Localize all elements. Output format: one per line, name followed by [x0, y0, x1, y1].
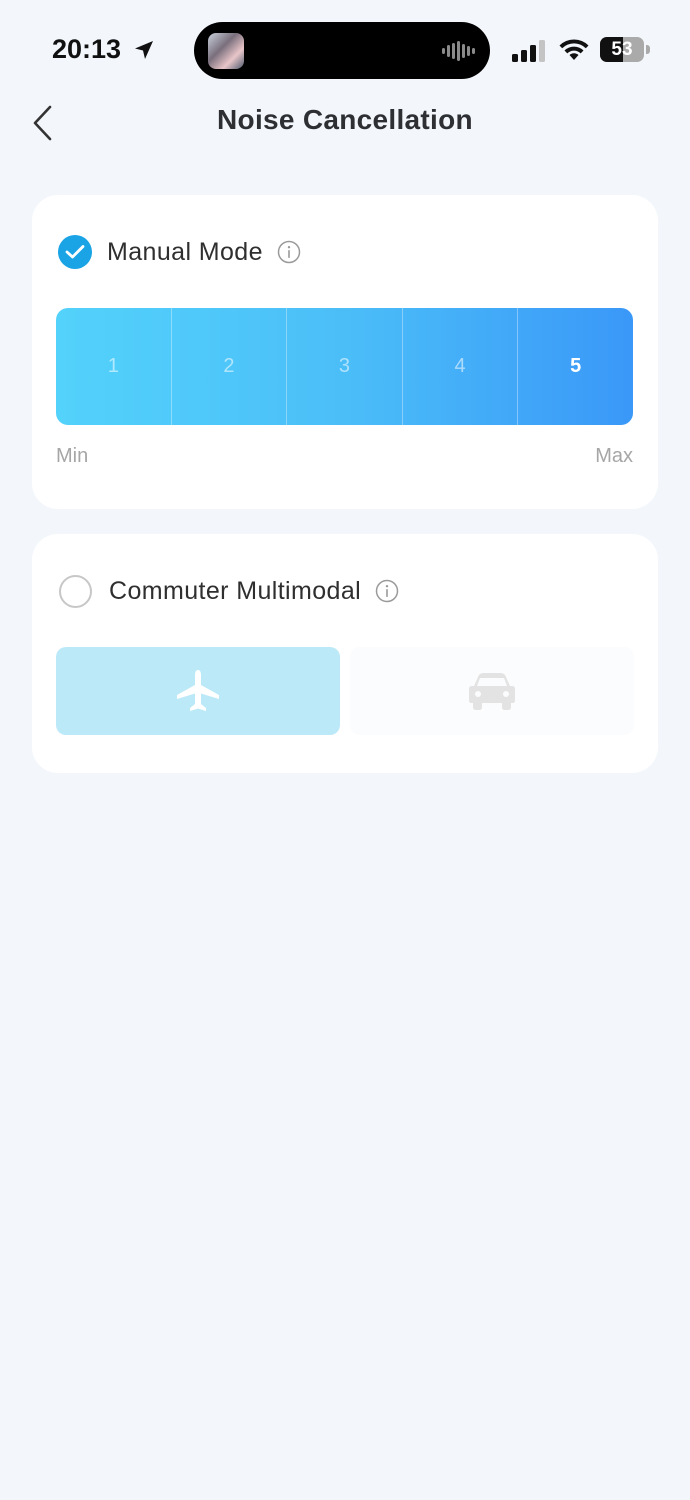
max-label: Max: [595, 445, 633, 467]
commuter-mode-radio[interactable]: [59, 574, 92, 608]
location-arrow-icon: [135, 41, 153, 59]
car-mode-option[interactable]: [350, 647, 634, 735]
manual-mode-checkbox[interactable]: [58, 235, 92, 269]
level-option-2[interactable]: 2: [172, 308, 288, 425]
min-label: Min: [56, 445, 89, 467]
battery-cap: [646, 45, 650, 54]
car-icon: [469, 673, 515, 710]
now-playing-artwork: [208, 33, 244, 69]
manual-mode-label: Manual Mode: [107, 237, 263, 266]
status-bar: 20:13 53: [0, 0, 690, 100]
commuter-mode-label: Commuter Multimodal: [109, 576, 362, 605]
noise-level-selector[interactable]: 1 2 3 4 5: [56, 308, 633, 425]
battery-percentage: 53: [611, 39, 633, 60]
dynamic-island[interactable]: [194, 22, 490, 79]
commuter-mode-row[interactable]: Commuter Multimodal: [58, 571, 399, 611]
battery-icon: 53: [600, 37, 644, 62]
manual-mode-info-icon[interactable]: [277, 240, 301, 264]
airplane-mode-option[interactable]: [56, 647, 340, 735]
manual-mode-row[interactable]: Manual Mode: [58, 232, 301, 272]
commuter-mode-info-icon[interactable]: [375, 579, 399, 603]
page-title: Noise Cancellation: [217, 104, 473, 135]
level-option-1[interactable]: 1: [56, 308, 172, 425]
airplane-icon: [177, 670, 219, 711]
commute-options: [56, 647, 634, 735]
manual-mode-card: Manual Mode 1 2 3 4 5 Min Max: [32, 195, 658, 509]
status-time: 20:13: [52, 34, 122, 64]
level-option-4[interactable]: 4: [403, 308, 519, 425]
signal-icon: [512, 40, 545, 62]
level-option-3[interactable]: 3: [287, 308, 403, 425]
wifi-icon: [559, 39, 589, 60]
checkmark-icon: [65, 245, 85, 259]
commuter-mode-card: Commuter Multimodal: [32, 534, 658, 773]
audio-waveform-icon: [442, 41, 475, 61]
level-option-5[interactable]: 5: [518, 308, 633, 425]
